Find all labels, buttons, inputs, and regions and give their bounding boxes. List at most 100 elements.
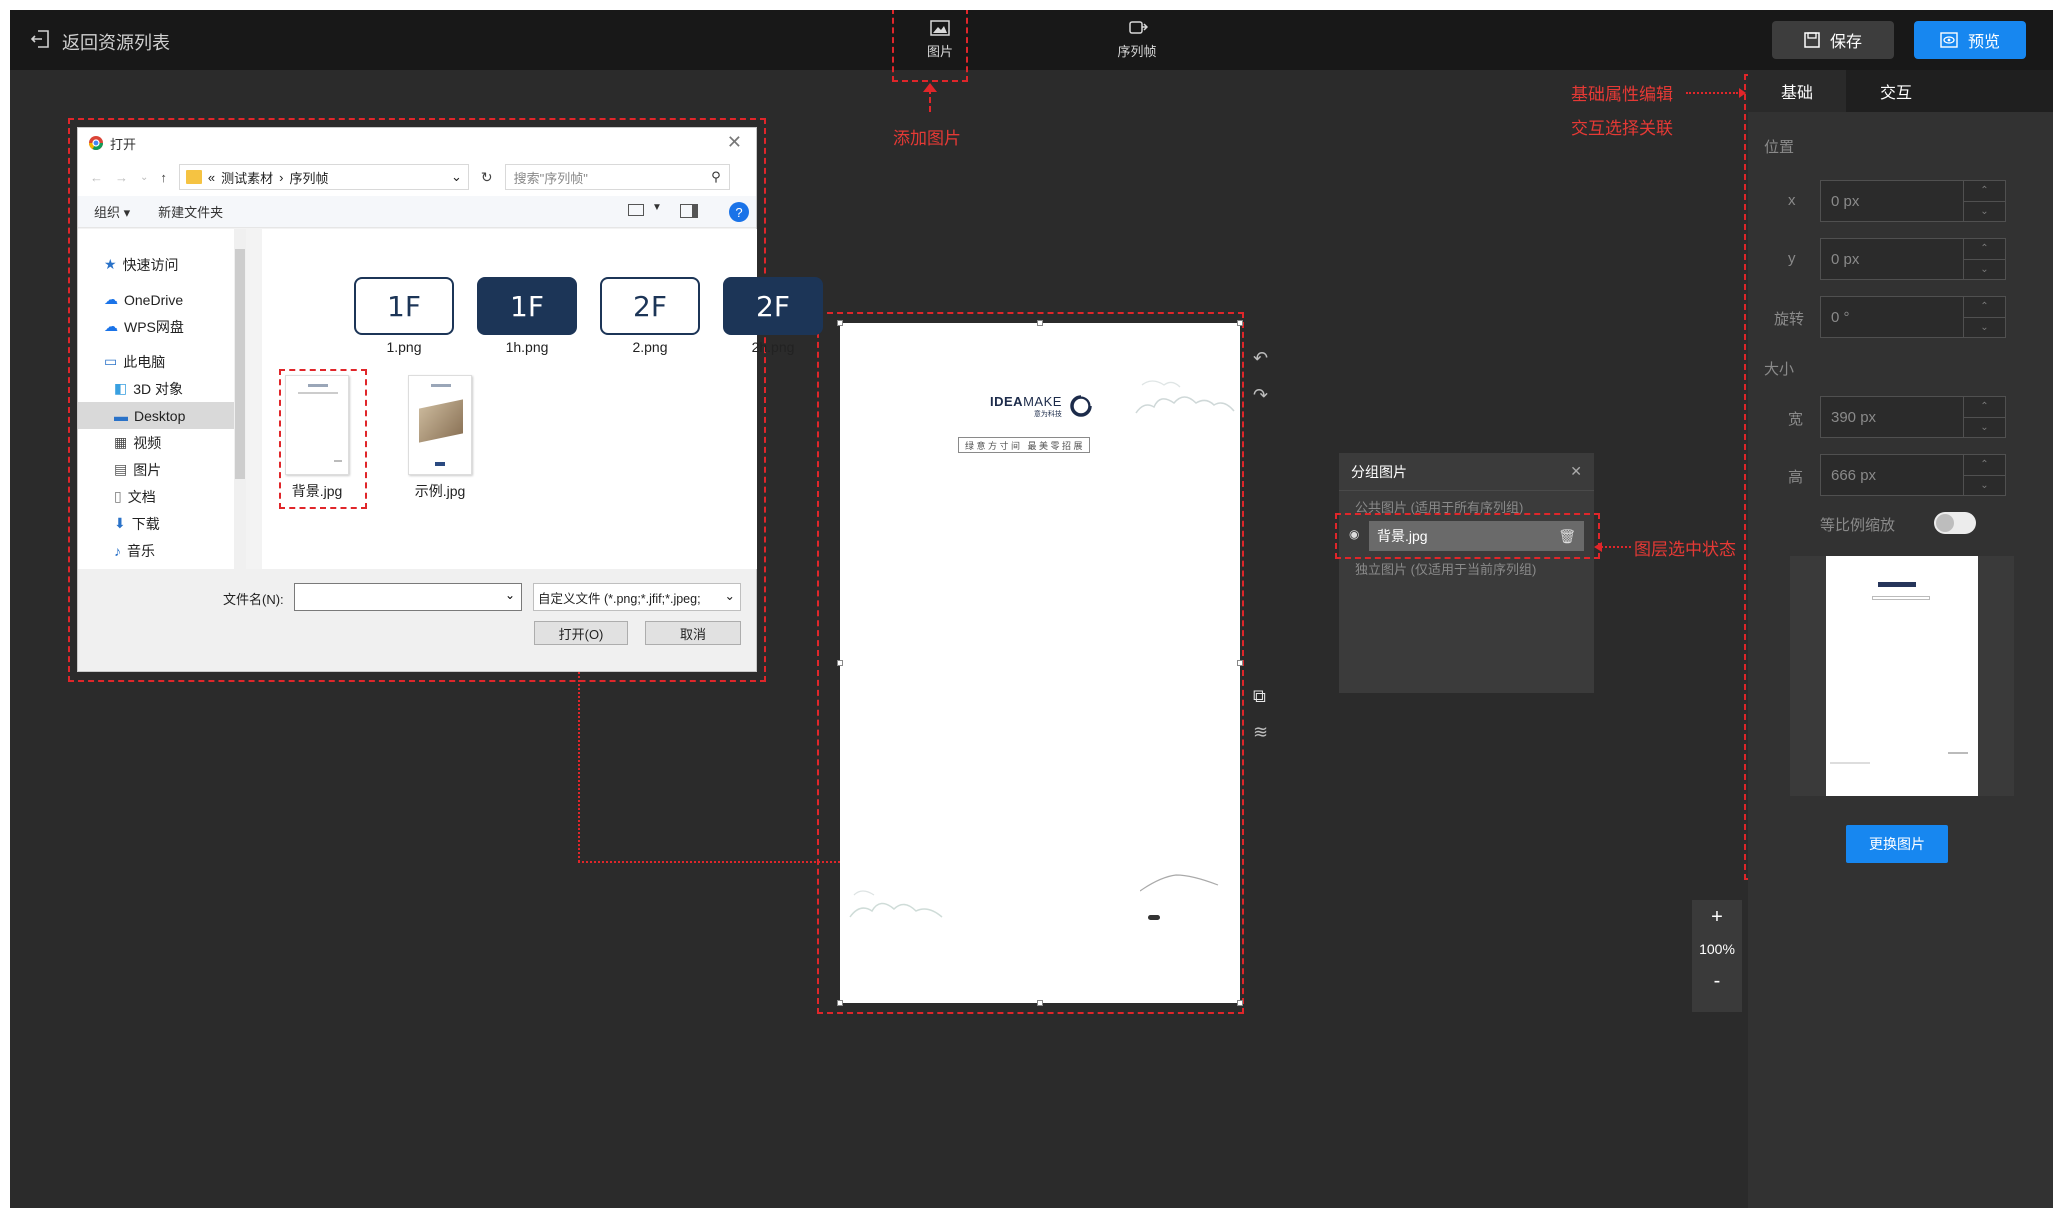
back-to-list-button[interactable]: 返回资源列表 <box>30 28 170 55</box>
file-tile-2[interactable]: 2F <box>600 277 700 335</box>
tab-interact[interactable]: 交互 <box>1846 70 1946 112</box>
file-name[interactable]: 2.png <box>595 339 705 355</box>
tree-item-wps[interactable]: ☁ WPS网盘 <box>104 313 224 340</box>
forward-arrow-icon[interactable]: → <box>115 170 128 185</box>
x-value: 0 px <box>1831 192 1860 210</box>
tree-scrollbar-thumb[interactable] <box>235 249 245 479</box>
breadcrumb-overflow: « <box>207 169 216 185</box>
y-input[interactable]: 0 px ⌃ ⌄ <box>1820 238 2006 280</box>
tree-item-pictures[interactable]: ▤ 图片 <box>104 456 224 483</box>
filename-label: 文件名(N): <box>223 592 284 607</box>
up-arrow-icon[interactable]: ↑ <box>160 170 167 185</box>
width-input[interactable]: 390 px ⌃ ⌄ <box>1820 396 2006 438</box>
chevron-up-icon[interactable]: ⌃ <box>1964 239 2005 259</box>
file-name[interactable]: 1.png <box>349 339 459 355</box>
address-bar[interactable]: « 测试素材 › 序列帧 ⌄ <box>178 164 469 190</box>
tree-item-3d-objects[interactable]: ◧ 3D 对象 <box>104 375 224 402</box>
canvas-artboard[interactable]: IDEAMAKE 意为科技 绿 意 方 寸 间 最 美 零 招 展 <box>840 323 1240 1003</box>
file-name[interactable]: 示例.jpg <box>385 481 495 501</box>
chevron-down-icon[interactable]: ⌄ <box>1964 200 2005 222</box>
tree-label: 音乐 <box>127 542 155 559</box>
new-folder-button[interactable]: 新建文件夹 <box>158 202 223 221</box>
resize-handle-nw[interactable] <box>837 320 843 326</box>
screenshot-stage: 返回资源列表 图片 序列帧 保存 预览 添加图片 基础属性编辑 交互选择关联 打… <box>0 0 2053 1208</box>
zoom-out-button[interactable]: - <box>1692 964 1742 998</box>
breadcrumb-sequence[interactable]: 序列帧 <box>289 168 328 187</box>
rotate-input[interactable]: 0 ° ⌃ ⌄ <box>1820 296 2006 338</box>
preview-pane-icon[interactable] <box>680 204 698 218</box>
tree-scrollbar[interactable] <box>234 229 246 569</box>
add-sequence-tool[interactable]: 序列帧 <box>1102 20 1172 60</box>
breadcrumb-test-material[interactable]: 测试素材 <box>221 168 273 187</box>
chevron-up-icon[interactable]: ⌃ <box>1964 455 2005 475</box>
chevron-up-icon[interactable]: ⌃ <box>1964 297 2005 317</box>
organize-button[interactable]: 组织 ▾ <box>94 202 130 221</box>
file-name[interactable]: 1h.png <box>472 339 582 355</box>
resize-handle-w[interactable] <box>837 660 843 666</box>
preview-button[interactable]: 预览 <box>1914 21 2026 59</box>
refresh-icon[interactable]: ↻ <box>481 169 493 186</box>
save-label: 保存 <box>1829 34 1862 51</box>
tree-item-music[interactable]: ♪ 音乐 <box>104 537 224 564</box>
tree-item-desktop[interactable]: ▬ Desktop <box>78 402 234 429</box>
x-input[interactable]: 0 px ⌃ ⌄ <box>1820 180 2006 222</box>
example-thumbnail[interactable] <box>408 375 472 475</box>
search-box[interactable]: 搜索"序列帧" ⚲ <box>504 164 730 190</box>
chevron-up-icon[interactable]: ⌃ <box>1964 181 2005 201</box>
zoom-in-button[interactable]: + <box>1692 900 1742 934</box>
resize-handle-n[interactable] <box>1037 320 1043 326</box>
chevron-down-icon[interactable]: ⌄ <box>505 588 515 602</box>
file-name[interactable]: 2h.png <box>718 339 828 355</box>
chevron-down-icon[interactable]: ⌄ <box>725 588 735 603</box>
file-tile-1[interactable]: 1F <box>354 277 454 335</box>
tree-item-documents[interactable]: ▯ 文档 <box>104 483 224 510</box>
dialog-title: 打开 <box>110 136 137 152</box>
chevron-up-icon[interactable]: ⌃ <box>1964 397 2005 417</box>
layers-icon[interactable]: ≋ <box>1253 722 1268 743</box>
chevron-down-icon[interactable]: ⌄ <box>1964 416 2005 438</box>
layer-selected-leader <box>1601 546 1631 548</box>
history-chevron-icon[interactable]: ⌄ <box>140 172 148 183</box>
preview-label: 预览 <box>1967 34 2000 51</box>
ratio-lock-toggle[interactable] <box>1934 512 1976 534</box>
redo-icon[interactable]: ↷ <box>1253 385 1268 406</box>
replace-image-button[interactable]: 更换图片 <box>1846 825 1948 863</box>
chevron-down-icon[interactable]: ⌄ <box>451 169 462 185</box>
resize-handle-sw[interactable] <box>837 1000 843 1006</box>
resize-handle-s[interactable] <box>1037 1000 1043 1006</box>
cancel-button[interactable]: 取消 <box>645 621 741 645</box>
file-tile-2h[interactable]: 2F <box>723 277 823 335</box>
resize-handle-ne[interactable] <box>1237 320 1243 326</box>
tree-item-onedrive[interactable]: ☁ OneDrive <box>104 286 224 313</box>
back-arrow-icon[interactable]: ← <box>90 170 103 185</box>
image-preview <box>1826 556 1978 796</box>
chevron-down-icon[interactable]: ⌄ <box>1964 474 2005 496</box>
tab-basic[interactable]: 基础 <box>1748 70 1846 112</box>
file-tile-1h[interactable]: 1F <box>477 277 577 335</box>
tree-item-this-pc[interactable]: ▭ 此电脑 <box>104 348 224 375</box>
filename-input[interactable]: ⌄ <box>294 583 522 611</box>
tree-item-videos[interactable]: ▦ 视频 <box>104 429 224 456</box>
chevron-down-icon[interactable]: ⌄ <box>1964 258 2005 280</box>
logo-text-light: MAKE <box>1023 393 1062 409</box>
replace-image-label: 更换图片 <box>1869 836 1925 852</box>
save-button[interactable]: 保存 <box>1772 21 1894 59</box>
undo-icon[interactable]: ↶ <box>1253 348 1268 369</box>
rotate-label: 旋转 <box>1774 311 1805 328</box>
view-chevron-icon[interactable]: ▼ <box>652 202 662 213</box>
close-icon[interactable]: ✕ <box>1570 463 1582 480</box>
copy-icon[interactable]: ⧉ <box>1253 686 1266 707</box>
sequence-tool-label: 序列帧 <box>1117 44 1157 59</box>
resize-handle-se[interactable] <box>1237 1000 1243 1006</box>
resize-handle-e[interactable] <box>1237 660 1243 666</box>
tree-item-downloads[interactable]: ⬇ 下载 <box>104 510 224 537</box>
close-icon[interactable]: ✕ <box>727 132 742 153</box>
help-icon[interactable]: ? <box>729 202 749 222</box>
tree-item-quick-access[interactable]: ★ 快速访问 <box>104 251 224 278</box>
height-input[interactable]: 666 px ⌃ ⌄ <box>1820 454 2006 496</box>
tab-basic-label: 基础 <box>1780 85 1813 102</box>
filetype-select[interactable]: 自定义文件 (*.png;*.jfif;*.jpeg; ⌄ <box>533 583 741 611</box>
view-options-icon[interactable] <box>628 204 644 216</box>
open-button[interactable]: 打开(O) <box>534 621 628 645</box>
chevron-down-icon[interactable]: ⌄ <box>1964 316 2005 338</box>
